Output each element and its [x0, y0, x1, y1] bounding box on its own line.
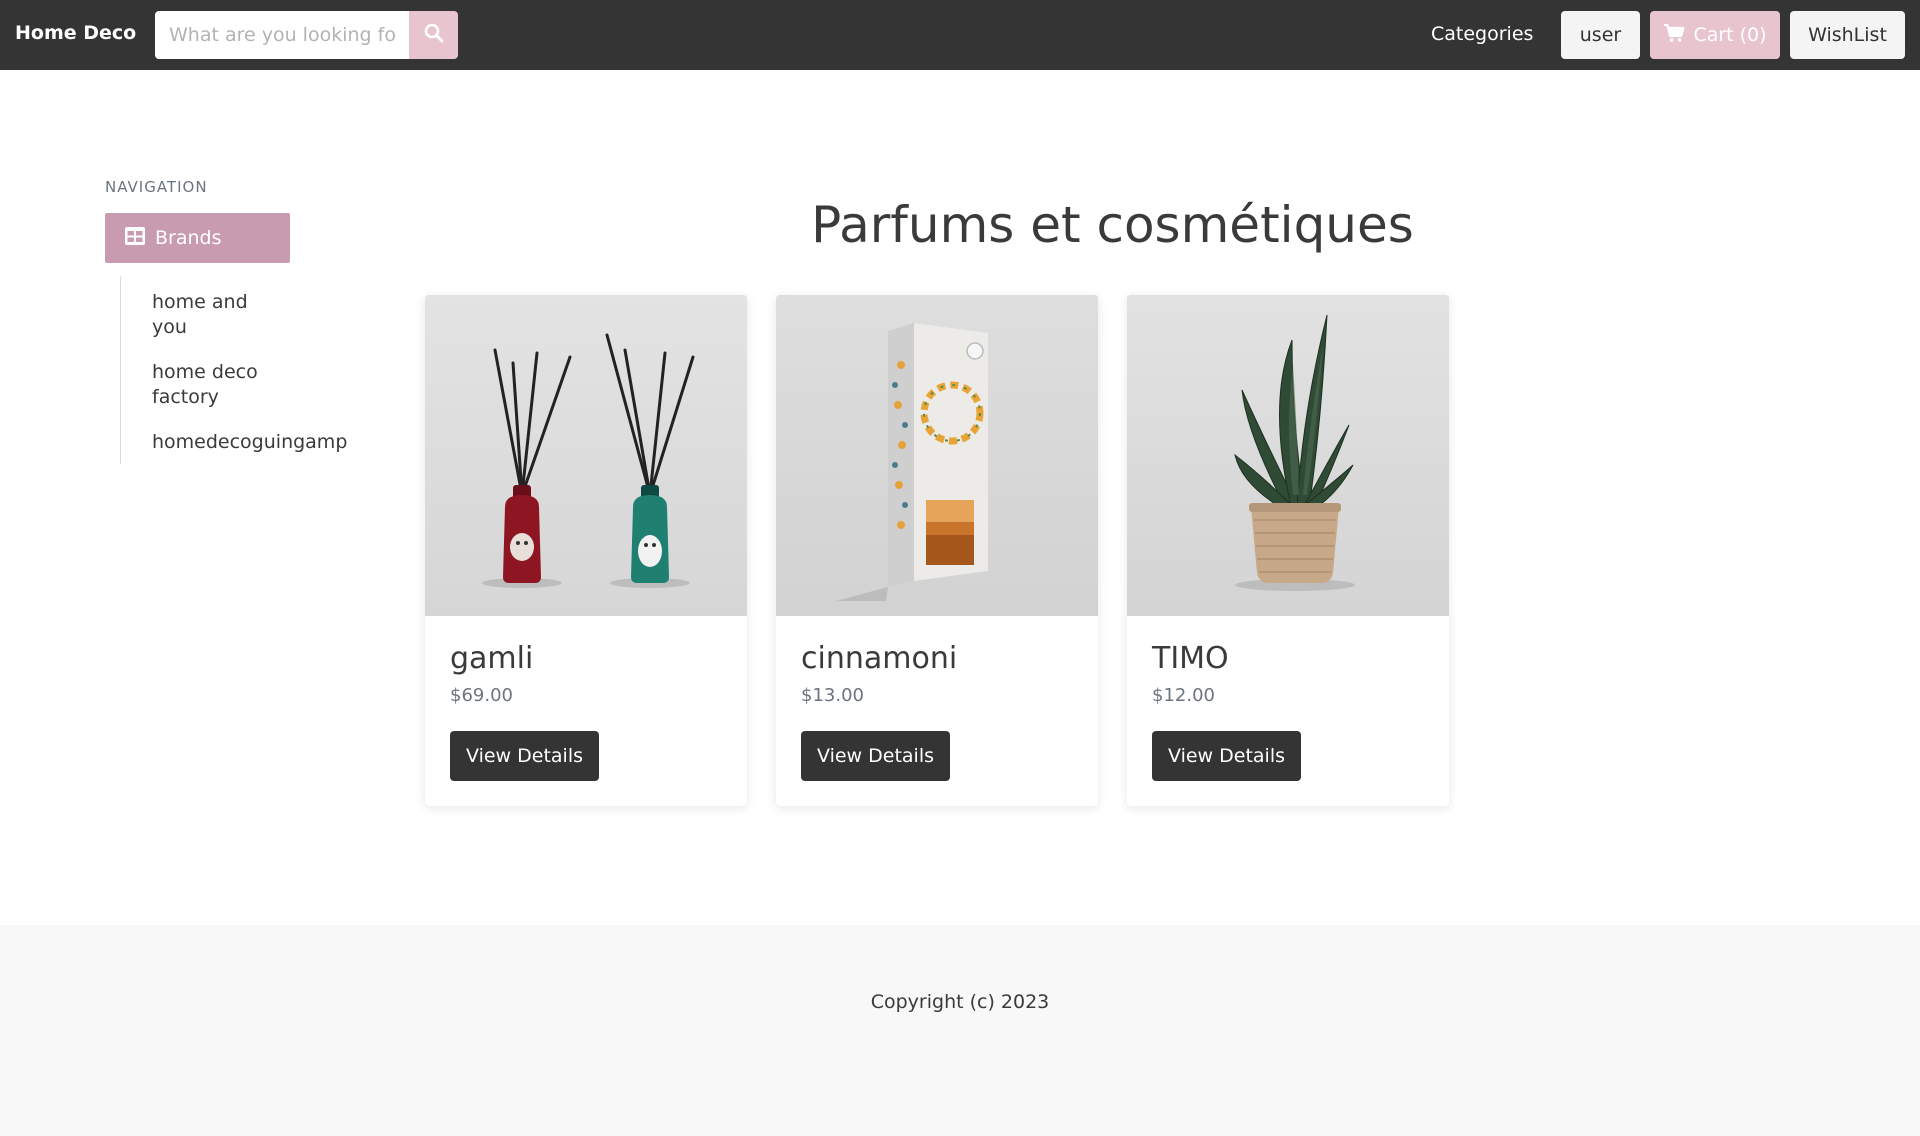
page-title: Parfums et cosmétiques — [811, 196, 1414, 254]
categories-link[interactable]: Categories — [1431, 23, 1533, 45]
cart-button[interactable]: Cart (0) — [1650, 11, 1780, 59]
cart-icon — [1663, 23, 1686, 48]
product-card: gamli $69.00 View Details — [425, 295, 747, 806]
brand-item-home-deco-factory[interactable]: home deco factory — [152, 360, 262, 410]
product-price: $13.00 — [801, 685, 864, 706]
search-bar — [155, 11, 458, 59]
wishlist-button[interactable]: WishList — [1790, 11, 1905, 59]
sidebar-brands-button[interactable]: Brands — [105, 213, 290, 263]
product-card: cinnamoni $13.00 View Details — [776, 295, 1098, 806]
sidebar-heading: NAVIGATION — [105, 178, 208, 196]
view-details-button[interactable]: View Details — [450, 731, 599, 781]
search-input[interactable] — [155, 11, 409, 59]
top-navbar: Home Deco Categories user Cart (0) — [0, 0, 1920, 70]
product-card: TIMO $12.00 View Details — [1127, 295, 1449, 806]
product-name[interactable]: gamli — [450, 641, 533, 676]
view-details-button[interactable]: View Details — [801, 731, 950, 781]
view-details-button[interactable]: View Details — [1152, 731, 1301, 781]
brand-logo[interactable]: Home Deco — [15, 22, 136, 44]
cart-button-label: Cart (0) — [1693, 24, 1767, 46]
product-name[interactable]: cinnamoni — [801, 641, 957, 676]
product-image-potted-plant[interactable] — [1127, 295, 1449, 616]
product-price: $69.00 — [450, 685, 513, 706]
user-button[interactable]: user — [1561, 11, 1640, 59]
brand-list: home and you home deco factory homedecog… — [120, 276, 380, 464]
wishlist-button-label: WishList — [1808, 24, 1887, 46]
copyright-text: Copyright (c) 2023 — [870, 991, 1050, 1013]
sidebar-brands-label: Brands — [155, 227, 222, 249]
table-icon — [125, 226, 145, 250]
brand-item-homedecoguingamp[interactable]: homedecoguingamp — [152, 430, 347, 455]
product-image-reed-diffuser[interactable] — [425, 295, 747, 616]
brand-item-home-and-you[interactable]: home and you — [152, 290, 262, 340]
user-button-label: user — [1579, 24, 1622, 46]
product-image-boxed-diffuser[interactable] — [776, 295, 1098, 616]
footer: Copyright (c) 2023 — [0, 925, 1920, 1136]
search-icon — [424, 23, 444, 47]
search-button[interactable] — [409, 11, 458, 59]
product-name[interactable]: TIMO — [1152, 641, 1229, 676]
product-price: $12.00 — [1152, 685, 1215, 706]
